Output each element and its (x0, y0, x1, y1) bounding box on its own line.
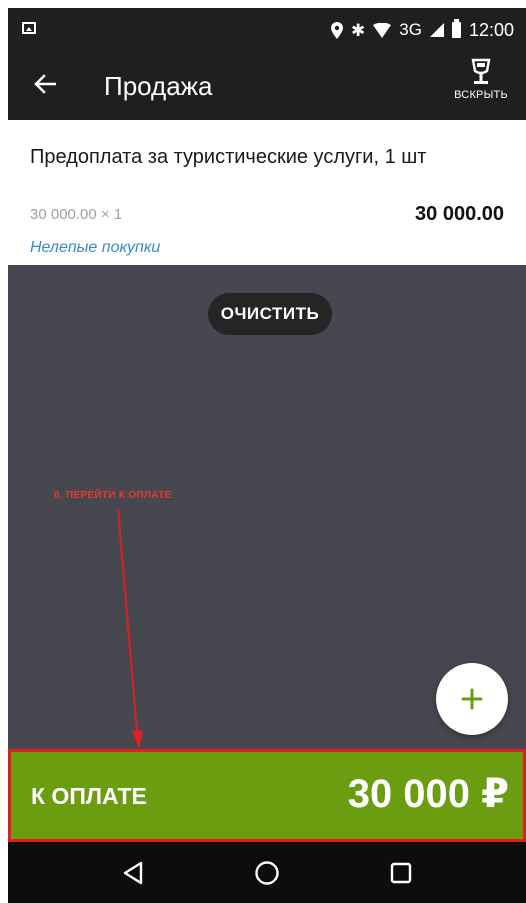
phone-screen: ✱ 3G 12:00 Продажа ВСКРЫТЬ Предоплата за… (8, 8, 526, 903)
bluetooth-icon: ✱ (351, 20, 366, 40)
item-name: Предоплата за туристические услуги, 1 шт (30, 146, 427, 168)
annotation-label: 6. ПЕРЕЙТИ К ОПЛАТЕ (54, 490, 172, 501)
wifi-icon (373, 22, 392, 38)
network-type: 3G (399, 20, 422, 39)
checkout-amount: 30 000 ₽ (347, 772, 509, 816)
battery-icon (451, 19, 461, 38)
item-qty-price: 30 000.00 × 1 (30, 206, 123, 223)
clock: 12:00 (468, 19, 514, 40)
location-icon (331, 21, 344, 39)
square-recents-icon (390, 862, 412, 883)
clear-button[interactable]: ОЧИСТИТЬ (208, 293, 332, 335)
page-title: Продажа (104, 71, 213, 101)
item-total: 30 000.00 (415, 203, 504, 225)
back-button[interactable] (30, 69, 60, 99)
add-item-button[interactable] (436, 663, 508, 735)
nav-recents-button[interactable] (381, 853, 421, 893)
status-bar: ✱ 3G 12:00 (8, 8, 526, 51)
cart-content-area: ОЧИСТИТЬ 6. ПЕРЕЙТИ К ОПЛАТЕ (8, 265, 526, 749)
status-icons: ✱ 3G 12:00 (331, 18, 514, 42)
triangle-back-icon (123, 861, 143, 884)
open-drawer-button[interactable]: ВСКРЫТЬ (448, 57, 514, 113)
circle-home-icon (255, 860, 279, 885)
checkout-label: К ОПЛАТЕ (31, 783, 147, 809)
item-category-link[interactable]: Нелепые покупки (30, 239, 160, 257)
checkout-button[interactable]: К ОПЛАТЕ 30 000 ₽ (8, 749, 526, 842)
nav-back-button[interactable] (113, 853, 153, 893)
system-nav-bar (8, 842, 526, 903)
cash-drawer-icon (471, 58, 491, 84)
cart-item[interactable]: Предоплата за туристические услуги, 1 шт… (8, 120, 526, 265)
back-arrow-icon (34, 74, 56, 94)
open-drawer-label: ВСКРЫТЬ (454, 89, 508, 101)
plus-icon (461, 688, 483, 710)
nav-home-button[interactable] (247, 853, 287, 893)
signal-icon (429, 23, 444, 37)
app-bar: Продажа ВСКРЫТЬ (8, 51, 526, 120)
gallery-icon (22, 22, 36, 34)
